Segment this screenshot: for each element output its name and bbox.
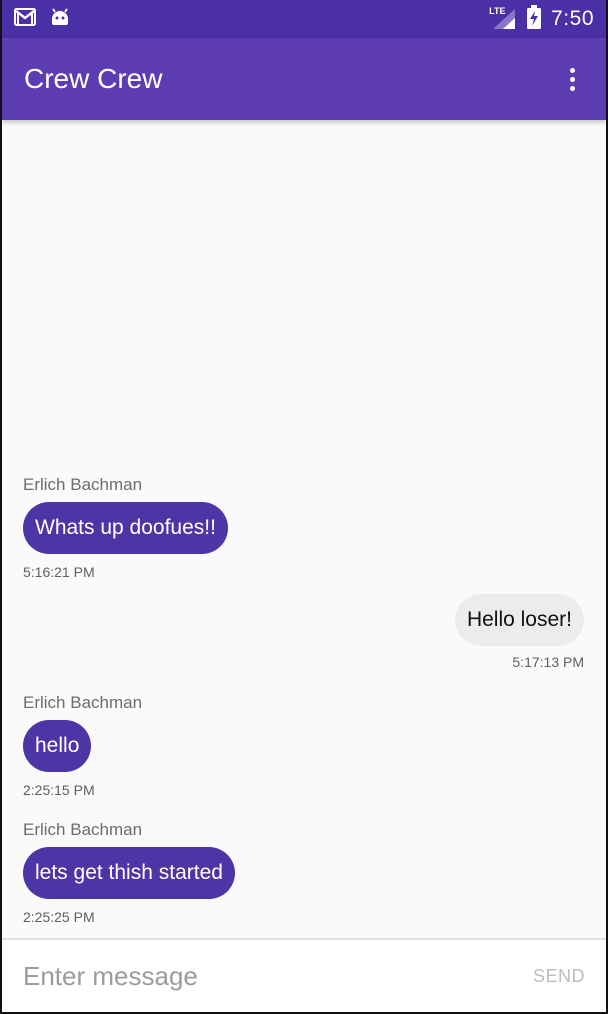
message-sender: Erlich Bachman <box>23 693 143 712</box>
chat-screen: LTE 7:50 Crew Crew Erlich Bachman Whats … <box>2 0 606 1012</box>
message-bubble[interactable]: Whats up doofues!! <box>23 502 228 554</box>
gmail-icon <box>14 7 36 31</box>
message-input[interactable] <box>23 960 533 992</box>
message-sender: Erlich Bachman <box>23 475 143 494</box>
system-icons: LTE 7:50 <box>489 4 594 34</box>
lte-signal-icon: LTE <box>489 6 517 30</box>
message-bubble[interactable]: lets get thish started <box>23 847 235 899</box>
message-list[interactable]: Erlich Bachman Whats up doofues!! 5:16:2… <box>2 120 606 938</box>
message-timestamp: 5:16:21 PM <box>23 564 95 580</box>
android-icon <box>50 7 70 32</box>
notification-icons <box>14 7 70 32</box>
message-timestamp: 2:25:15 PM <box>23 782 95 798</box>
send-button[interactable]: SEND <box>533 966 585 987</box>
battery-charging-icon <box>527 4 542 34</box>
message-timestamp: 2:25:25 PM <box>23 909 95 925</box>
message-composer: SEND <box>2 938 606 1012</box>
message-sender: Erlich Bachman <box>23 820 143 839</box>
status-bar: LTE 7:50 <box>2 0 606 38</box>
message-bubble[interactable]: hello <box>23 720 92 772</box>
message-timestamp: 5:17:13 PM <box>512 654 584 670</box>
app-title: Crew Crew <box>24 63 163 94</box>
app-bar: Crew Crew <box>2 38 606 120</box>
more-vert-icon[interactable] <box>560 59 584 99</box>
message-bubble[interactable]: Hello loser! <box>454 594 584 646</box>
status-clock: 7:50 <box>551 7 594 30</box>
